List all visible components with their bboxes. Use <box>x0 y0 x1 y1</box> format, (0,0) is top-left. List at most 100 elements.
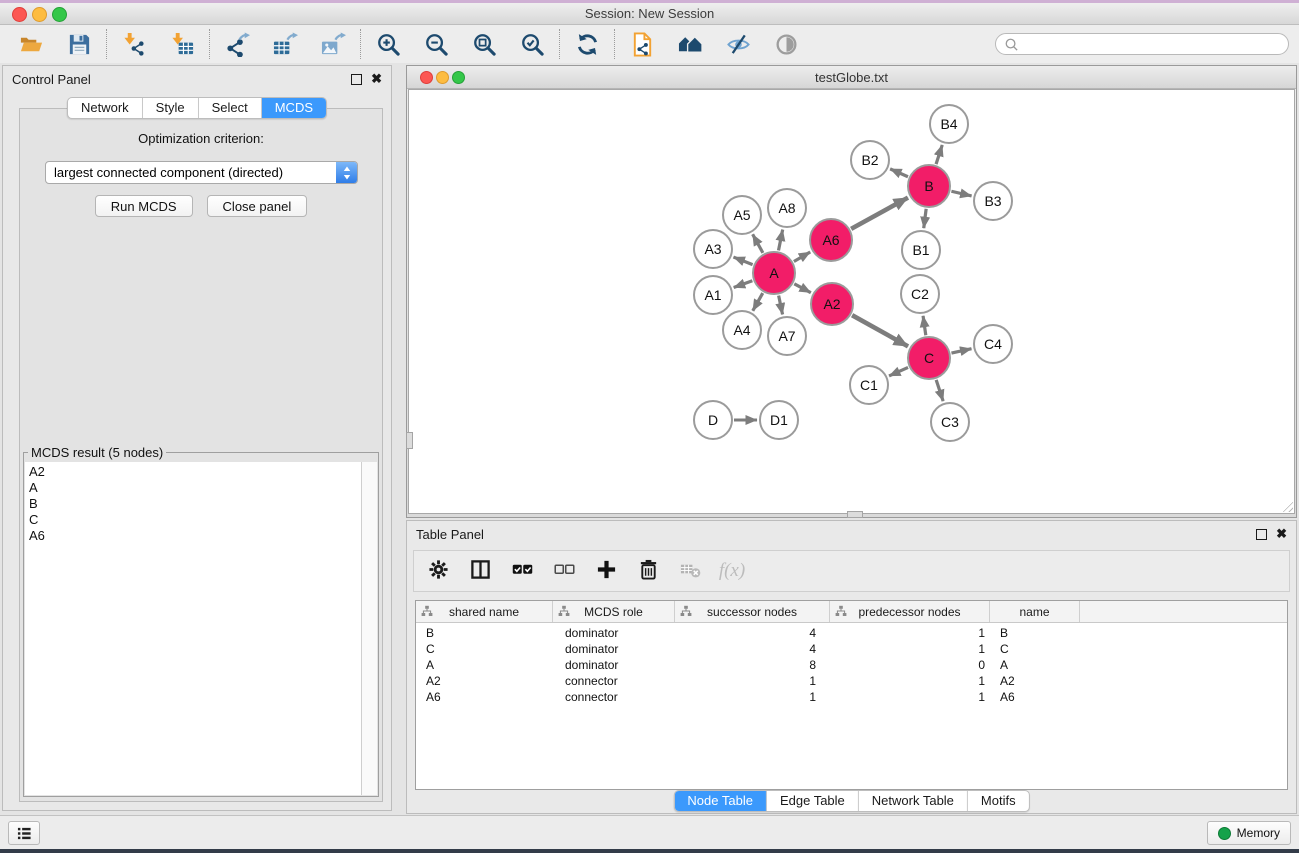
column-header-shared-name[interactable]: shared name <box>416 601 553 622</box>
column-header-predecessor-nodes[interactable]: predecessor nodes <box>830 601 990 622</box>
add-column-button[interactable] <box>592 556 620 586</box>
graph-node-label: A4 <box>733 322 750 338</box>
graph-edge-B-B1[interactable] <box>924 209 926 228</box>
hide-panels-button[interactable] <box>720 28 756 60</box>
list-icon <box>16 826 33 841</box>
table-row[interactable]: A2connector11A2 <box>416 673 1287 689</box>
graph-edge-A-A6[interactable] <box>794 252 810 261</box>
result-item[interactable]: B <box>29 496 361 512</box>
save-button[interactable] <box>61 28 97 60</box>
zoom-out-button[interactable] <box>418 28 454 60</box>
export-image-icon <box>321 32 346 57</box>
search-input[interactable] <box>1019 34 1288 54</box>
graph-edge-C-C2[interactable] <box>923 316 926 335</box>
mcds-result-group: MCDS result (5 nodes) A2ABCA6 <box>23 445 379 797</box>
export-image-button[interactable] <box>315 28 351 60</box>
table-cell-filler <box>1080 657 1287 673</box>
table-row[interactable]: Adominator80A <box>416 657 1287 673</box>
close-panel-icon[interactable]: ✖ <box>1276 529 1287 539</box>
graph-edge-A-A2[interactable] <box>794 284 811 293</box>
table-cell: dominator <box>553 625 675 641</box>
refresh-button[interactable] <box>569 28 605 60</box>
table-row[interactable]: Bdominator41B <box>416 625 1287 641</box>
split-panel-button[interactable] <box>466 556 494 586</box>
panel-list-button[interactable] <box>8 821 40 845</box>
zoom-fit-button[interactable] <box>466 28 502 60</box>
tab-edge-table[interactable]: Edge Table <box>767 791 859 811</box>
result-item[interactable]: A6 <box>29 528 361 544</box>
tab-select[interactable]: Select <box>199 98 262 118</box>
table-panel: Table Panel ✖ f(x) shared nameMCDS roles… <box>406 520 1297 814</box>
delete-column-button[interactable] <box>634 556 662 586</box>
result-scrollbar[interactable] <box>362 462 377 795</box>
refresh-icon <box>575 32 600 57</box>
export-table-button[interactable] <box>267 28 303 60</box>
graph-node-label: B <box>924 178 933 194</box>
graph-node-label: D <box>708 412 718 428</box>
table-row[interactable]: A6connector11A6 <box>416 689 1287 705</box>
deselect-all-button[interactable] <box>550 556 578 586</box>
splitter-grip[interactable] <box>847 511 863 518</box>
graph-edge-B-B4[interactable] <box>936 145 942 164</box>
float-panel-icon[interactable] <box>351 74 362 85</box>
graph-edge-A-A1[interactable] <box>734 281 753 288</box>
run-mcds-button[interactable]: Run MCDS <box>95 195 193 217</box>
float-panel-icon[interactable] <box>1256 529 1267 540</box>
graph-edge-A2-C[interactable] <box>852 315 908 346</box>
show-panel-button[interactable] <box>768 28 804 60</box>
tab-network[interactable]: Network <box>68 98 143 118</box>
memory-label: Memory <box>1237 826 1280 840</box>
graph-edge-A-A8[interactable] <box>779 230 783 251</box>
result-item[interactable]: A2 <box>29 464 361 480</box>
import-table-button[interactable] <box>164 28 200 60</box>
graph-edge-A-A3[interactable] <box>733 257 752 265</box>
result-item[interactable]: C <box>29 512 361 528</box>
home-button[interactable] <box>672 28 708 60</box>
tab-network-table[interactable]: Network Table <box>859 791 968 811</box>
search-box[interactable] <box>995 33 1289 55</box>
close-panel-icon[interactable]: ✖ <box>371 74 382 84</box>
column-header-mcds-role[interactable]: MCDS role <box>553 601 675 622</box>
close-panel-button[interactable]: Close panel <box>207 195 308 217</box>
criterion-dropdown-value: largest connected component (directed) <box>46 165 336 180</box>
table-row[interactable]: Cdominator41C <box>416 641 1287 657</box>
graph-edge-C-C3[interactable] <box>936 380 943 401</box>
function-builder-button: f(x) <box>718 556 746 586</box>
tab-motifs[interactable]: Motifs <box>968 791 1029 811</box>
tab-mcds[interactable]: MCDS <box>262 98 326 118</box>
graph-edge-A-A5[interactable] <box>753 234 763 253</box>
select-all-button[interactable] <box>508 556 536 586</box>
settings-button[interactable] <box>424 556 452 586</box>
control-panel: Control Panel ✖ NetworkStyleSelectMCDS O… <box>2 65 392 811</box>
graph-edge-A-A4[interactable] <box>753 293 763 311</box>
toolbar-group <box>615 28 813 60</box>
tab-style[interactable]: Style <box>143 98 199 118</box>
import-network-button[interactable] <box>116 28 152 60</box>
splitter-grip[interactable] <box>406 432 413 449</box>
graph-edge-C-C4[interactable] <box>951 349 971 353</box>
zoom-selected-button[interactable] <box>514 28 550 60</box>
criterion-dropdown[interactable]: largest connected component (directed) <box>45 161 358 184</box>
network-canvas[interactable]: B4B2BB3A8A5A6A3B1AA1C2A2A4A7C4CC1C3DD1 <box>408 89 1295 514</box>
column-header-name[interactable]: name <box>990 601 1080 622</box>
network-file-button[interactable] <box>624 28 660 60</box>
open-file-icon <box>19 32 44 57</box>
graph-edge-C-C1[interactable] <box>889 367 908 376</box>
mcds-result-title: MCDS result (5 nodes) <box>28 445 166 460</box>
result-item[interactable]: A <box>29 480 361 496</box>
mcds-result-list[interactable]: A2ABCA6 <box>25 462 362 795</box>
export-network-button[interactable] <box>219 28 255 60</box>
network-window-titlebar: testGlobe.txt <box>407 66 1296 89</box>
column-header-successor-nodes[interactable]: successor nodes <box>675 601 830 622</box>
graph-edge-A-A7[interactable] <box>779 296 783 315</box>
memory-button[interactable]: Memory <box>1207 821 1291 845</box>
graph-edge-B-B3[interactable] <box>951 191 971 196</box>
tab-node-table[interactable]: Node Table <box>674 791 767 811</box>
graph-edge-B-B2[interactable] <box>890 169 908 177</box>
open-file-button[interactable] <box>13 28 49 60</box>
zoom-in-button[interactable] <box>370 28 406 60</box>
column-type-icon <box>680 605 692 617</box>
toolbar-group <box>4 28 106 60</box>
graph-edge-A6-B[interactable] <box>851 198 908 229</box>
graph-node-label: D1 <box>770 412 788 428</box>
